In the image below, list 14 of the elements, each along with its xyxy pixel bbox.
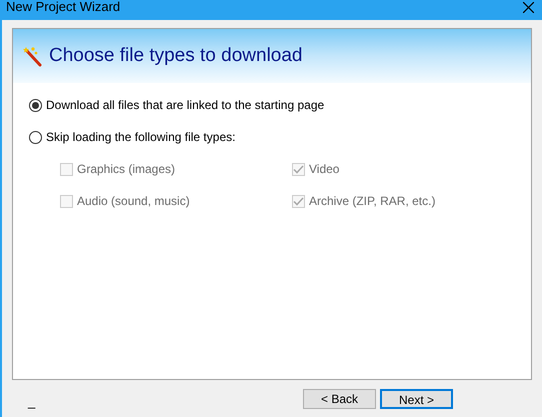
checkbox-label: Graphics (images)	[77, 161, 176, 178]
back-button[interactable]: < Back	[303, 388, 376, 408]
checkbox-label: Video	[309, 161, 340, 178]
next-button[interactable]: Next >	[380, 388, 453, 408]
radio-button[interactable]	[29, 130, 42, 144]
radio-button[interactable]	[29, 98, 42, 112]
checkbox-label: Audio (sound, music)	[77, 193, 190, 210]
status-text: _	[28, 392, 36, 411]
page-heading: Choose file types to download	[49, 44, 302, 68]
window-title: New Project Wizard	[6, 0, 120, 16]
option-label: Skip loading the following file types:	[46, 129, 236, 146]
option-label: Download all files that are linked to the starting page	[46, 97, 324, 114]
close-icon[interactable]	[523, 2, 534, 12]
checkbox-label: Archive (ZIP, RAR, etc.)	[309, 193, 436, 210]
